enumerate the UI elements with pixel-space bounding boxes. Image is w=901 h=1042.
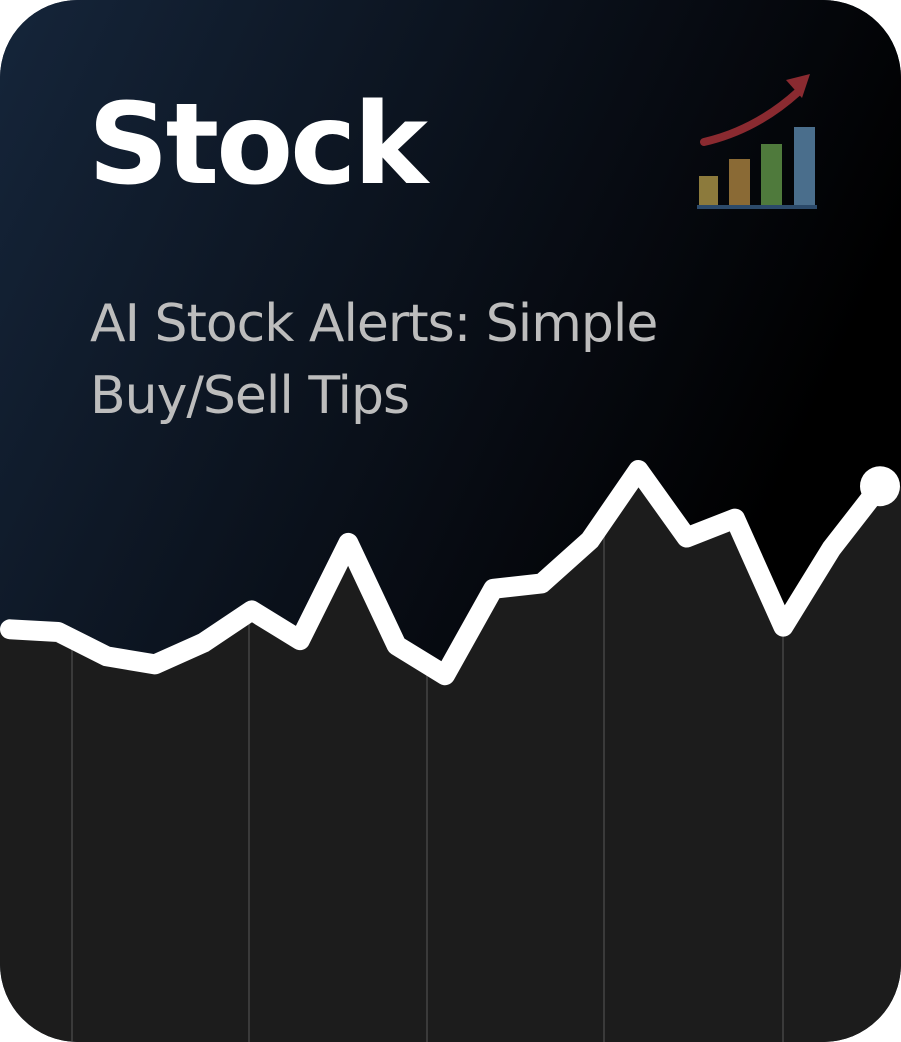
logo-baseline	[697, 205, 817, 209]
stock-card[interactable]: Stock AI Stock Alerts: Simple Buy/Sell T…	[0, 0, 901, 1042]
card-subtitle: AI Stock Alerts: Simple Buy/Sell Tips	[90, 294, 658, 426]
logo-bar-2	[729, 159, 750, 206]
card-title: Stock	[88, 80, 428, 210]
logo-bar-4	[794, 127, 815, 206]
rising-bar-chart-icon	[697, 74, 817, 209]
logo-bar-3	[761, 144, 782, 206]
logo-arrow-curve	[700, 88, 802, 146]
logo-bar-1	[699, 176, 718, 206]
price-end-marker	[860, 466, 900, 507]
